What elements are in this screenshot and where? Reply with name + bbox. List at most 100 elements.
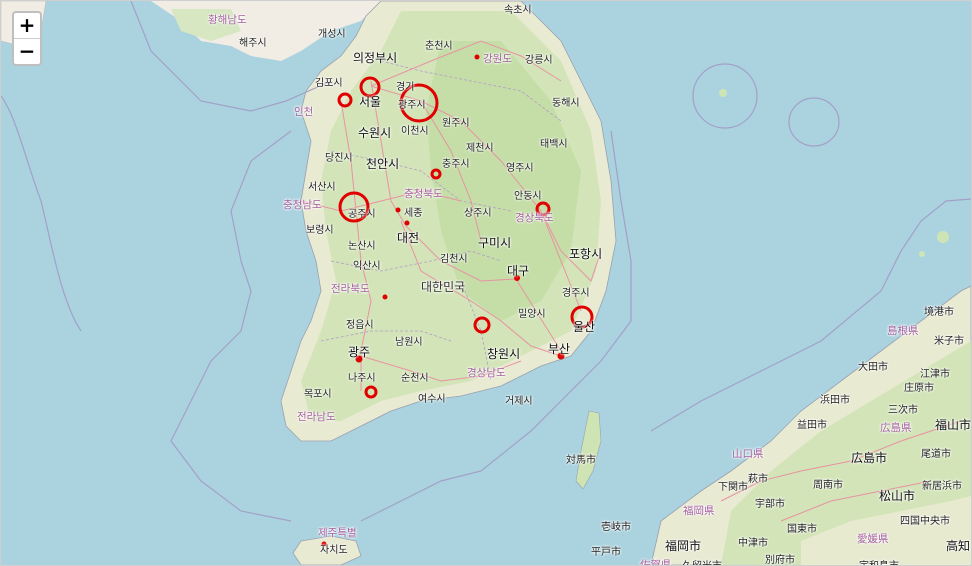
place-label: 여수시 [418,394,446,405]
place-label: 김천시 [440,254,468,265]
place-label: 세종 [404,208,423,219]
place-label: 수원시 [358,126,392,140]
place-label: 공주시 [348,209,376,220]
place-label: 別府市 [765,555,795,566]
place-label: 태백시 [540,139,568,150]
place-label: 영주시 [506,163,534,174]
place-label: 강원도 [483,53,512,65]
place-label: 김포시 [315,78,343,89]
place-label: 목포시 [304,389,332,400]
place-label: 山口県 [732,448,764,460]
dot-jeonbuk [382,294,388,300]
place-label: 中津市 [738,538,768,549]
place-label: 전라남도 [297,411,336,423]
place-label: 浜田市 [820,395,850,406]
place-label: 강릉시 [525,55,553,66]
place-label: 対馬市 [566,455,596,466]
place-label: 나주시 [348,373,376,384]
place-label: 익산시 [353,261,381,272]
dot-sejong [395,207,401,213]
place-label: 광주시 [398,100,426,111]
place-label: 下関市 [718,482,748,493]
place-label: 제천시 [466,143,494,154]
dot-daejeon [404,220,410,226]
place-label: 천안시 [366,157,400,171]
place-label: 佐賀県 [640,559,672,566]
place-label: 境港市 [924,307,954,318]
place-label: 안동시 [514,191,542,202]
place-label: 島根県 [887,325,919,337]
place-label: 서울 [359,95,382,109]
place-label: 상주시 [464,208,492,219]
place-label: 경주시 [562,288,590,299]
place-label: 포항시 [569,247,603,261]
place-label: 구미시 [478,236,512,250]
zoom-out-button[interactable]: − [14,39,40,64]
place-label: 서산시 [308,182,336,193]
place-label: 松山市 [879,489,916,503]
place-label: 당진시 [325,153,353,164]
place-label: 창원시 [487,347,521,361]
place-label: 愛媛県 [857,533,889,545]
place-label: 三次市 [888,405,918,416]
zoom-in-button[interactable]: + [14,13,40,39]
place-label: 大田市 [858,362,888,373]
place-label: 広島県 [880,422,912,434]
place-label: 밀양시 [518,309,546,320]
place-label: 충청북도 [404,188,443,200]
place-label: 황해남도 [208,14,247,26]
place-label: 부산 [548,342,571,356]
place-label: 춘천시 [425,41,453,52]
place-label: 福岡市 [665,539,702,553]
place-label: 원주시 [442,118,470,129]
place-label: 대전 [397,231,420,245]
place-label: 충청남도 [283,199,322,211]
place-label: 庄原市 [904,383,934,394]
place-label: 전라북도 [331,283,370,295]
place-label: 울산 [573,320,596,334]
place-label: 충주시 [442,159,470,170]
place-label: 속초시 [504,5,532,16]
place-label: 福岡県 [683,505,715,517]
dot-gangwon [474,54,480,60]
place-label: 의정부시 [353,51,398,65]
place-label: 남원시 [395,337,423,348]
place-label: 자치도 [320,545,348,556]
zoom-control: + − [12,11,42,66]
place-label: 壱岐市 [601,522,631,533]
place-label: 福山市 [935,418,972,432]
place-label: 米子市 [934,336,964,347]
place-label: 江津市 [920,369,950,380]
place-label: 경상남도 [467,367,506,379]
place-label: 거제시 [505,396,533,407]
place-label: 경상북도 [515,212,554,224]
place-label: 益田市 [797,420,827,431]
place-label: 해주시 [239,38,267,49]
place-label: 新居浜市 [922,481,962,492]
place-label: 개성시 [318,29,346,40]
place-label: 四国中央市 [900,516,950,527]
place-label: 경기 [396,82,415,93]
place-label: 国東市 [787,524,817,535]
place-label: 논산시 [348,241,376,252]
place-label: 宇部市 [755,499,785,510]
place-label: 萩市 [748,474,768,485]
place-label: 이천시 [401,126,429,137]
place-label: 동해시 [552,98,580,109]
place-label: 周南市 [813,480,843,491]
place-label: 정읍시 [346,320,374,331]
place-label: 제주특별 [318,527,357,539]
place-label: 순천시 [401,373,429,384]
place-label: 尾道市 [921,449,951,460]
place-label: 久留米市 [682,557,722,565]
place-label: 宇和島市 [859,557,899,565]
place-label: 광주 [348,345,371,359]
place-label: 広島市 [851,451,888,465]
place-label: 인천 [294,106,314,118]
place-label: 대구 [507,264,530,278]
place-label: 대한민국 [421,280,466,294]
place-label: 平戸市 [591,547,621,558]
place-label: 보령시 [306,225,334,236]
map-container[interactable]: + − 황해남도 해주시 개성시 속초시 의정부시 춘천시 강원도 강릉시 김포… [0,0,972,566]
place-label: 高知 [946,539,971,553]
